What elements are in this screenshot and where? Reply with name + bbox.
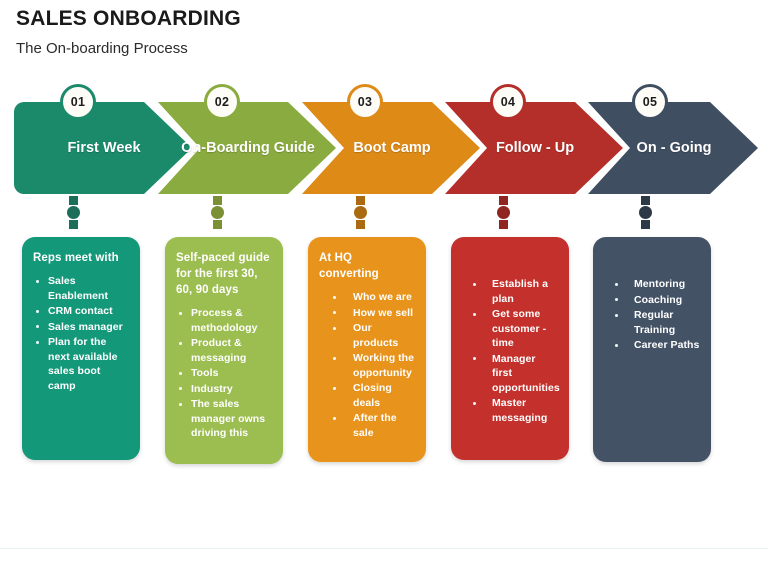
step-number-5: 05 (642, 95, 658, 109)
connector-2-dot (211, 206, 224, 219)
page-title: SALES ONBOARDING (16, 7, 241, 30)
connector-5-bar-top (641, 196, 650, 205)
list-item: The sales manager owns driving this (176, 397, 272, 441)
connector-4-bar-top (499, 196, 508, 205)
process-arrow-label-5: On - Going (636, 140, 712, 156)
connector-2-bar-bottom (213, 220, 222, 229)
connector-1-bar-top (69, 196, 78, 205)
connector-5-dot (639, 206, 652, 219)
list-item: Master messaging (462, 396, 558, 425)
detail-card-3-list: Who we are How we sell Our products Work… (319, 290, 415, 440)
list-item: How we sell (319, 306, 415, 321)
connector-1 (67, 196, 80, 229)
connector-4-bar-bottom (499, 220, 508, 229)
list-item: Mentoring (604, 277, 700, 292)
process-arrow-label-4: Follow - Up (495, 140, 575, 156)
detail-card-1-list: Sales Enablement CRM contact Sales manag… (33, 274, 129, 393)
detail-card-1: Reps meet with Sales Enablement CRM cont… (22, 237, 140, 460)
list-item: Regular Training (604, 308, 700, 337)
list-item: Our products (319, 321, 415, 350)
list-item: Career Paths (604, 338, 700, 353)
list-item: Tools (176, 366, 272, 381)
step-number-4: 04 (500, 95, 516, 109)
list-item: CRM contact (33, 304, 129, 319)
process-arrow-band: First Week 01 On-Boarding Guide 02 Boot … (0, 84, 768, 200)
detail-card-1-heading: Reps meet with (33, 252, 119, 264)
detail-card-2-heading: Self-paced guide for the first 30, 60, 9… (176, 252, 270, 296)
connector-4-dot (497, 206, 510, 219)
step-number-2: 02 (214, 95, 230, 109)
connector-5 (639, 196, 652, 229)
list-item: Sales Enablement (33, 274, 129, 303)
page-subtitle: The On-boarding Process (16, 40, 188, 57)
connector-1-bar-bottom (69, 220, 78, 229)
list-item: Establish a plan (462, 277, 558, 306)
list-item: Process & methodology (176, 306, 272, 335)
connector-2-bar-top (213, 196, 222, 205)
list-item: Working the opportunity (319, 351, 415, 380)
page-header: SALES ONBOARDING The On-boarding Process (16, 6, 716, 60)
list-item: Manager first opportunities (462, 352, 560, 396)
connector-1-dot (67, 206, 80, 219)
step-badge-3: 03 (347, 84, 383, 120)
step-number-3: 03 (357, 95, 373, 109)
connector-4 (497, 196, 510, 229)
detail-card-3-heading: At HQ converting (319, 252, 379, 280)
list-item: Product & messaging (176, 336, 272, 365)
detail-card-5-list: Mentoring Coaching Regular Training Care… (604, 277, 700, 353)
connector-5-bar-bottom (641, 220, 650, 229)
step-number-1: 01 (70, 95, 86, 109)
step-badge-5: 05 (632, 84, 668, 120)
step-badge-2: 02 (204, 84, 240, 120)
process-arrow-5[interactable]: On - Going (588, 102, 760, 194)
list-item: Who we are (319, 290, 415, 305)
list-item: Get some customer - time (462, 307, 558, 351)
detail-card-3: At HQ converting Who we are How we sell … (308, 237, 426, 462)
process-arrow-label-3: Boot Camp (353, 140, 431, 156)
bottom-strip (0, 549, 768, 568)
detail-card-4: Establish a plan Get some customer - tim… (451, 237, 569, 460)
connector-2 (211, 196, 224, 229)
detail-card-4-list: Establish a plan Get some customer - tim… (462, 277, 560, 425)
process-arrow-label-2: On-Boarding Guide (181, 140, 315, 156)
list-item: Plan for the next available sales boot c… (33, 335, 129, 393)
step-badge-4: 04 (490, 84, 526, 120)
list-item: Coaching (604, 293, 700, 308)
list-item: Industry (176, 382, 272, 397)
detail-card-2: Self-paced guide for the first 30, 60, 9… (165, 237, 283, 464)
list-item: Sales manager (33, 320, 129, 335)
connector-3-dot (354, 206, 367, 219)
step-badge-1: 01 (60, 84, 96, 120)
process-arrow-label-1: First Week (67, 140, 141, 156)
connector-3-bar-bottom (356, 220, 365, 229)
connector-3 (354, 196, 367, 229)
detail-card-5: Mentoring Coaching Regular Training Care… (593, 237, 711, 462)
detail-card-2-list: Process & methodology Product & messagin… (176, 306, 272, 441)
list-item: Closing deals (319, 381, 415, 410)
connector-3-bar-top (356, 196, 365, 205)
list-item: After the sale (319, 411, 415, 440)
